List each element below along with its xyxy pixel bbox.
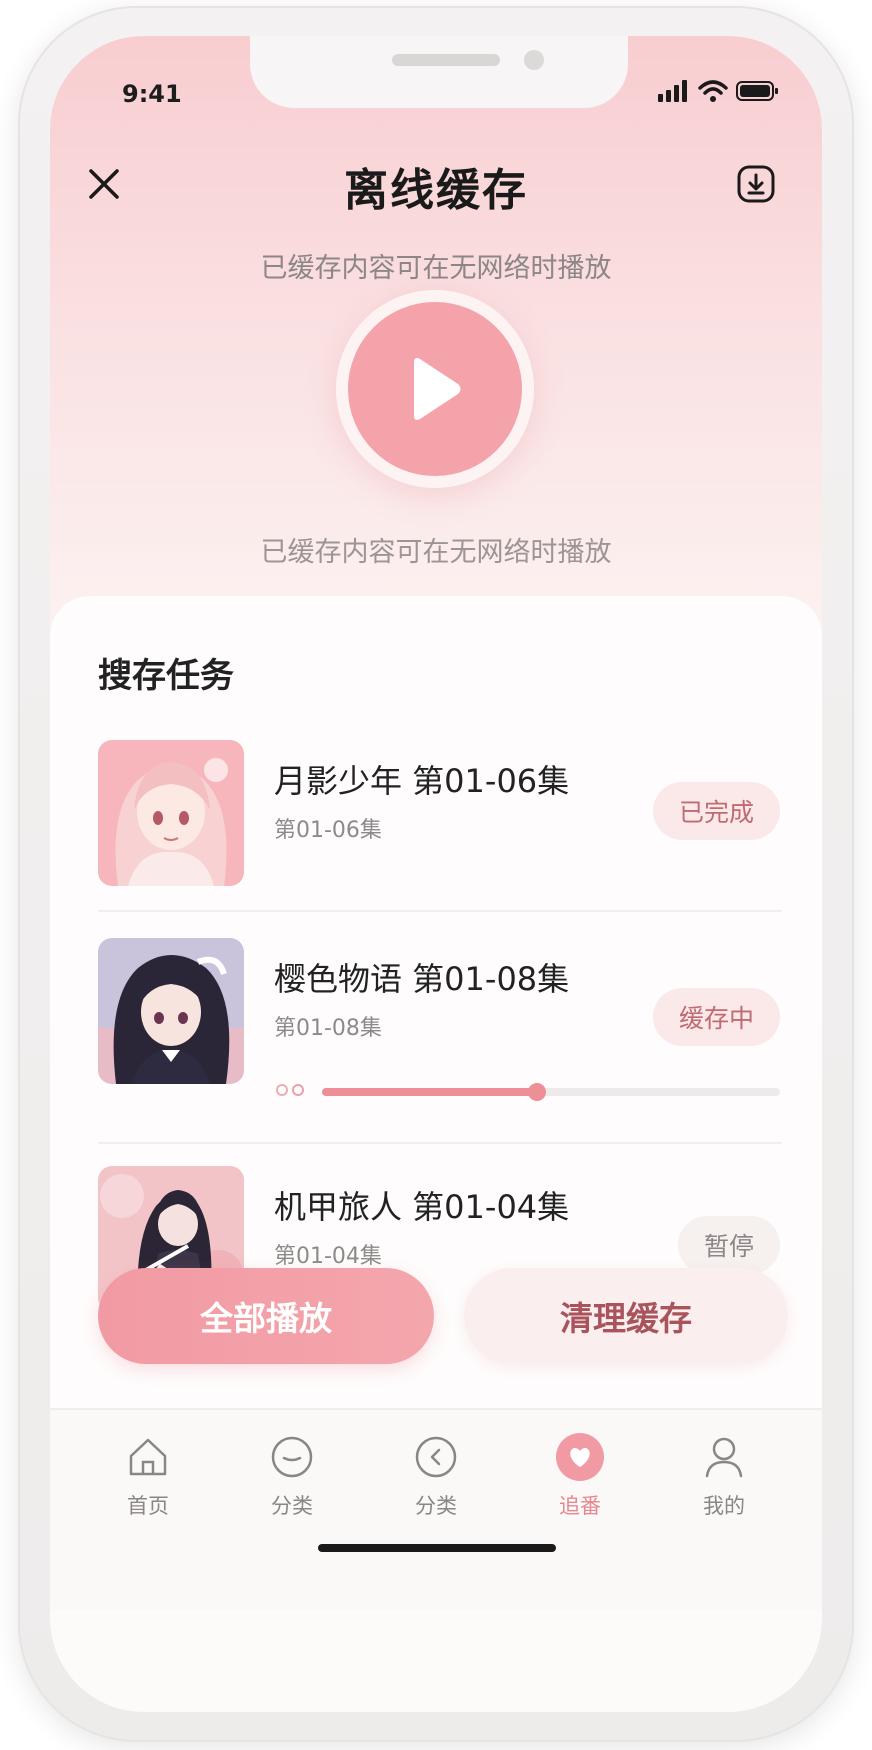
tab-category-2[interactable]: 分类 [376,1432,496,1532]
section-title: 搜存任务 [98,656,234,696]
home-indicator [318,1544,556,1552]
clear-cache-button[interactable]: 清理缓存 [464,1268,788,1364]
status-badge[interactable]: 已完成 [652,782,780,840]
tab-label: 分类 [415,1494,457,1518]
play-all-button[interactable]: 全部播放 [98,1268,434,1364]
tab-profile[interactable]: 我的 [664,1432,784,1532]
progress-speed-icon [276,1084,304,1096]
tab-label: 我的 [703,1494,745,1518]
profile-icon [699,1432,749,1482]
page-title: 离线缓存 [344,165,528,216]
download-manager-button[interactable] [732,160,780,208]
battery-icon [736,81,778,101]
download-icon [737,165,775,203]
task-item[interactable]: 樱色物语 第01-08集 第01-08集 缓存中 [98,938,780,1108]
task-subtitle: 第01-04集 [274,1244,382,1269]
category-back-icon [411,1432,461,1482]
task-title: 樱色物语 第01-08集 [274,960,570,998]
tab-following[interactable]: 追番 [520,1432,640,1532]
signal-icon [658,80,687,102]
front-camera [524,50,544,70]
task-subtitle: 第01-08集 [274,1016,382,1041]
speaker-grille [392,54,500,66]
phone-frame: 9:41 离线缓存 已缓存内容可在无网络时播放 已缓存内容可在无网络时播放 搜存… [18,6,854,1742]
task-subtitle: 第01-06集 [274,818,382,843]
wifi-icon [698,80,728,102]
progress-knob[interactable] [528,1083,547,1101]
anime-thumbnail [98,938,244,1084]
offline-caption: 已缓存内容可在无网络时播放 [260,537,612,568]
status-time: 9:41 [122,80,182,108]
app-screen: 9:41 离线缓存 已缓存内容可在无网络时播放 已缓存内容可在无网络时播放 搜存… [50,36,822,1712]
status-badge[interactable]: 缓存中 [652,988,780,1046]
download-progress [274,1082,780,1102]
progress-fill [322,1088,538,1096]
bottom-tab-bar: 首页 分类 分类 追番 我的 [50,1408,822,1610]
heart-icon [555,1432,605,1482]
tab-label: 分类 [271,1494,313,1518]
tab-category[interactable]: 分类 [232,1432,352,1532]
header-subtitle: 已缓存内容可在无网络时播放 [260,253,612,284]
divider [98,1142,782,1144]
device-notch [250,36,628,108]
anime-thumbnail [98,740,244,886]
task-title: 机甲旅人 第01-04集 [274,1188,570,1226]
tab-label: 追番 [559,1494,601,1518]
status-icons [658,80,780,102]
divider [98,910,782,912]
progress-track [322,1083,780,1101]
status-badge[interactable]: 暂停 [677,1216,780,1274]
play-icon [414,358,461,420]
play-button[interactable] [336,290,534,488]
task-title: 月影少年 第01-06集 [274,762,570,800]
tab-label: 首页 [127,1494,169,1518]
tab-home[interactable]: 首页 [88,1432,208,1532]
task-item[interactable]: 月影少年 第01-06集 第01-06集 已完成 [98,740,780,886]
home-icon [123,1432,173,1482]
category-icon [267,1432,317,1482]
play-button-circle [348,302,522,476]
